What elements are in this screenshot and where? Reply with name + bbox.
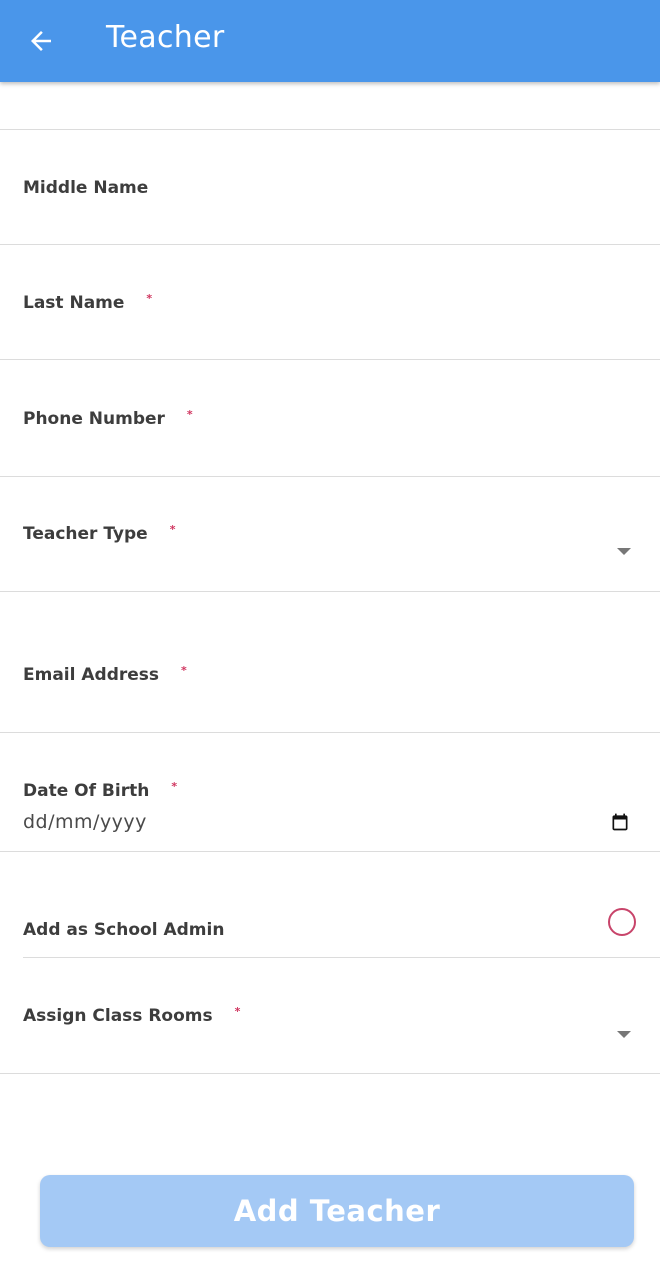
first-name-field-partial[interactable] [0,82,660,130]
calendar-icon[interactable] [610,812,630,832]
last-name-label: Last Name * [23,292,153,313]
phone-number-label: Phone Number * [23,408,193,429]
class-rooms-select[interactable]: Assign Class Rooms * [0,958,660,1074]
middle-name-field[interactable]: Middle Name [0,130,660,245]
school-admin-row[interactable]: Add as School Admin [0,852,660,958]
dropdown-caret-icon [617,548,631,555]
arrow-left-icon [31,31,51,51]
date-of-birth-input[interactable]: dd/mm/yyyy [23,811,147,833]
date-of-birth-label: Date Of Birth * [23,780,178,801]
class-rooms-label: Assign Class Rooms * [23,1005,241,1026]
email-address-field[interactable]: Email Address * [0,592,660,733]
email-address-label: Email Address * [23,664,187,685]
dropdown-caret-icon [617,1031,631,1038]
back-button[interactable] [22,22,60,60]
app-bar: Teacher [0,0,660,82]
date-of-birth-field[interactable]: Date Of Birth * dd/mm/yyyy [0,733,660,852]
last-name-field[interactable]: Last Name * [0,245,660,360]
required-mark: * [146,292,153,305]
required-mark: * [169,523,176,536]
required-mark: * [186,408,193,421]
teacher-type-label: Teacher Type * [23,523,176,544]
school-admin-label: Add as School Admin [23,920,225,940]
required-mark: * [181,664,187,677]
add-teacher-button[interactable]: Add Teacher [40,1175,634,1247]
required-mark: * [171,780,178,793]
phone-number-field[interactable]: Phone Number * [0,360,660,477]
add-teacher-label: Add Teacher [233,1194,441,1228]
school-admin-radio[interactable] [608,908,636,936]
teacher-type-select[interactable]: Teacher Type * [0,477,660,592]
required-mark: * [234,1005,241,1018]
middle-name-label: Middle Name [23,178,149,198]
page-title: Teacher [106,20,225,55]
